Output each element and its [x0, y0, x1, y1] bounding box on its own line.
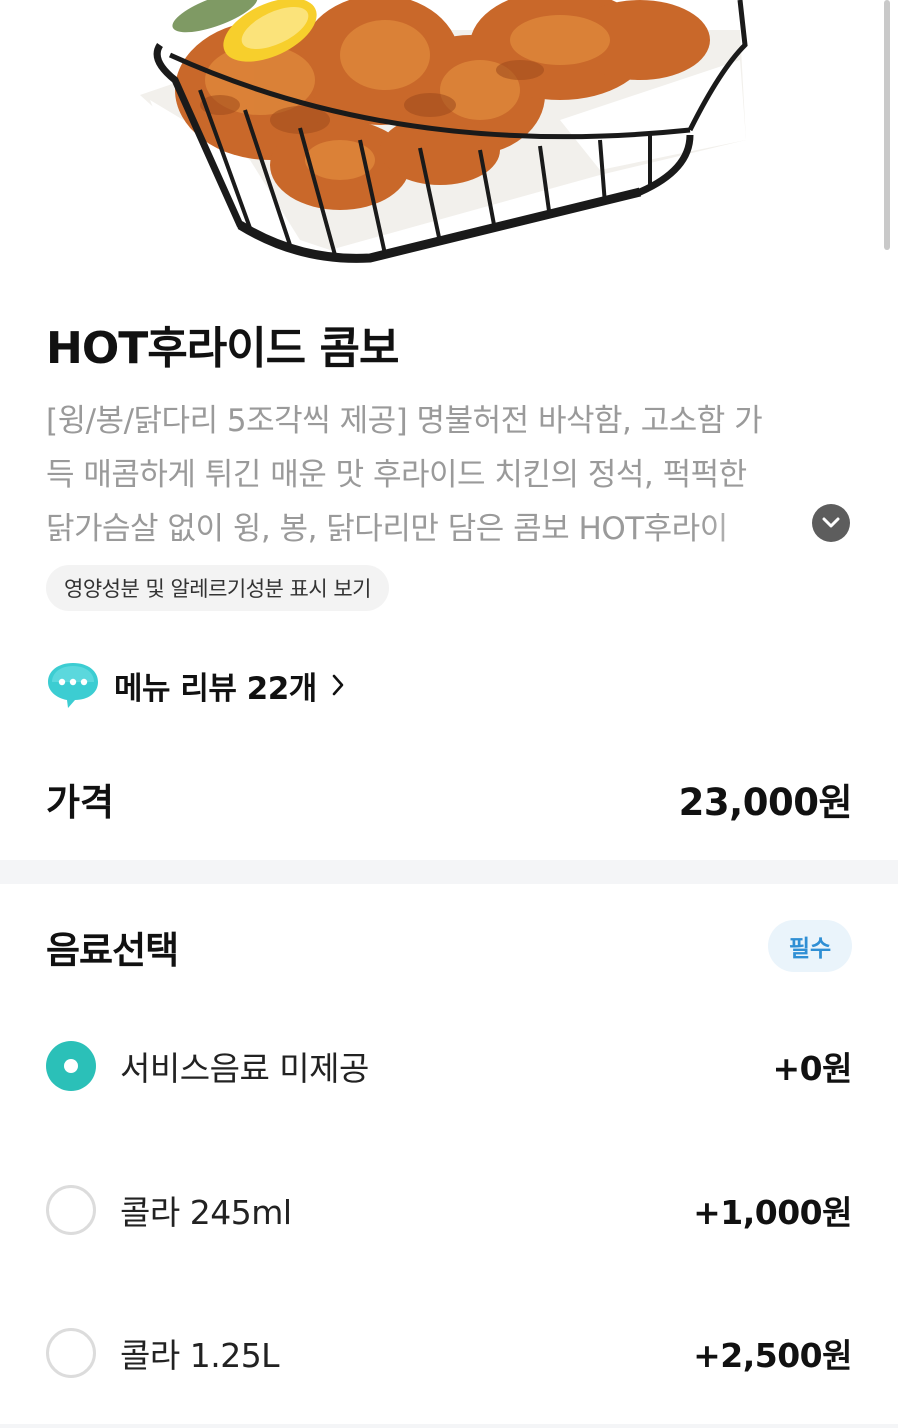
option-price: +2,500원 — [693, 1336, 852, 1375]
option-label: 콜라 245ml — [120, 1193, 292, 1232]
review-link-label: 메뉴 리뷰 22개 — [114, 670, 317, 707]
option-group-title: 음료선택 — [46, 929, 179, 972]
speech-bubble-icon — [48, 663, 98, 708]
expand-description-button[interactable] — [812, 504, 850, 542]
option-price: +0원 — [772, 1049, 853, 1088]
menu-review-link[interactable]: 메뉴 리뷰 22개 — [46, 657, 345, 713]
option-price: +1,000원 — [693, 1193, 852, 1232]
option-label: 서비스음료 미제공 — [120, 1049, 369, 1088]
radio-selected[interactable] — [46, 1041, 96, 1091]
chevron-right-icon — [332, 674, 344, 696]
radio-unselected[interactable] — [46, 1185, 96, 1235]
required-badge: 필수 — [768, 920, 852, 972]
price-value: 23,000원 — [678, 781, 853, 824]
chevron-down-icon — [822, 517, 840, 528]
menu-title: HOT후라이드 콤보 — [46, 323, 399, 374]
description-line: 닭가슴살 없이 윙, 봉, 닭다리만 담은 콤보 HOT후라이 — [46, 511, 728, 547]
price-label: 가격 — [46, 781, 115, 824]
option-row[interactable]: 콜라 1.25L +2,500원 — [46, 1323, 852, 1383]
section-divider — [0, 860, 898, 884]
nutrition-allergy-link[interactable]: 영양성분 및 알레르기성분 표시 보기 — [46, 565, 389, 611]
option-row[interactable]: 서비스음료 미제공 +0원 — [46, 1036, 853, 1096]
scrollbar[interactable] — [884, 0, 890, 250]
description-line: 득 매콤하게 튀긴 매운 맛 후라이드 치킨의 정석, 퍽퍽한 — [46, 457, 747, 493]
option-label: 콜라 1.25L — [120, 1336, 280, 1375]
description-line: [윙/봉/닭다리 5조각씩 제공] 명불허전 바삭함, 고소함 가 — [46, 403, 763, 439]
option-row[interactable]: 콜라 245ml +1,000원 — [46, 1180, 852, 1240]
menu-description: [윙/봉/닭다리 5조각씩 제공] 명불허전 바삭함, 고소함 가 득 매콤하게… — [46, 394, 852, 556]
section-divider — [0, 1424, 898, 1428]
radio-unselected[interactable] — [46, 1328, 96, 1378]
menu-hero-image — [0, 0, 898, 270]
